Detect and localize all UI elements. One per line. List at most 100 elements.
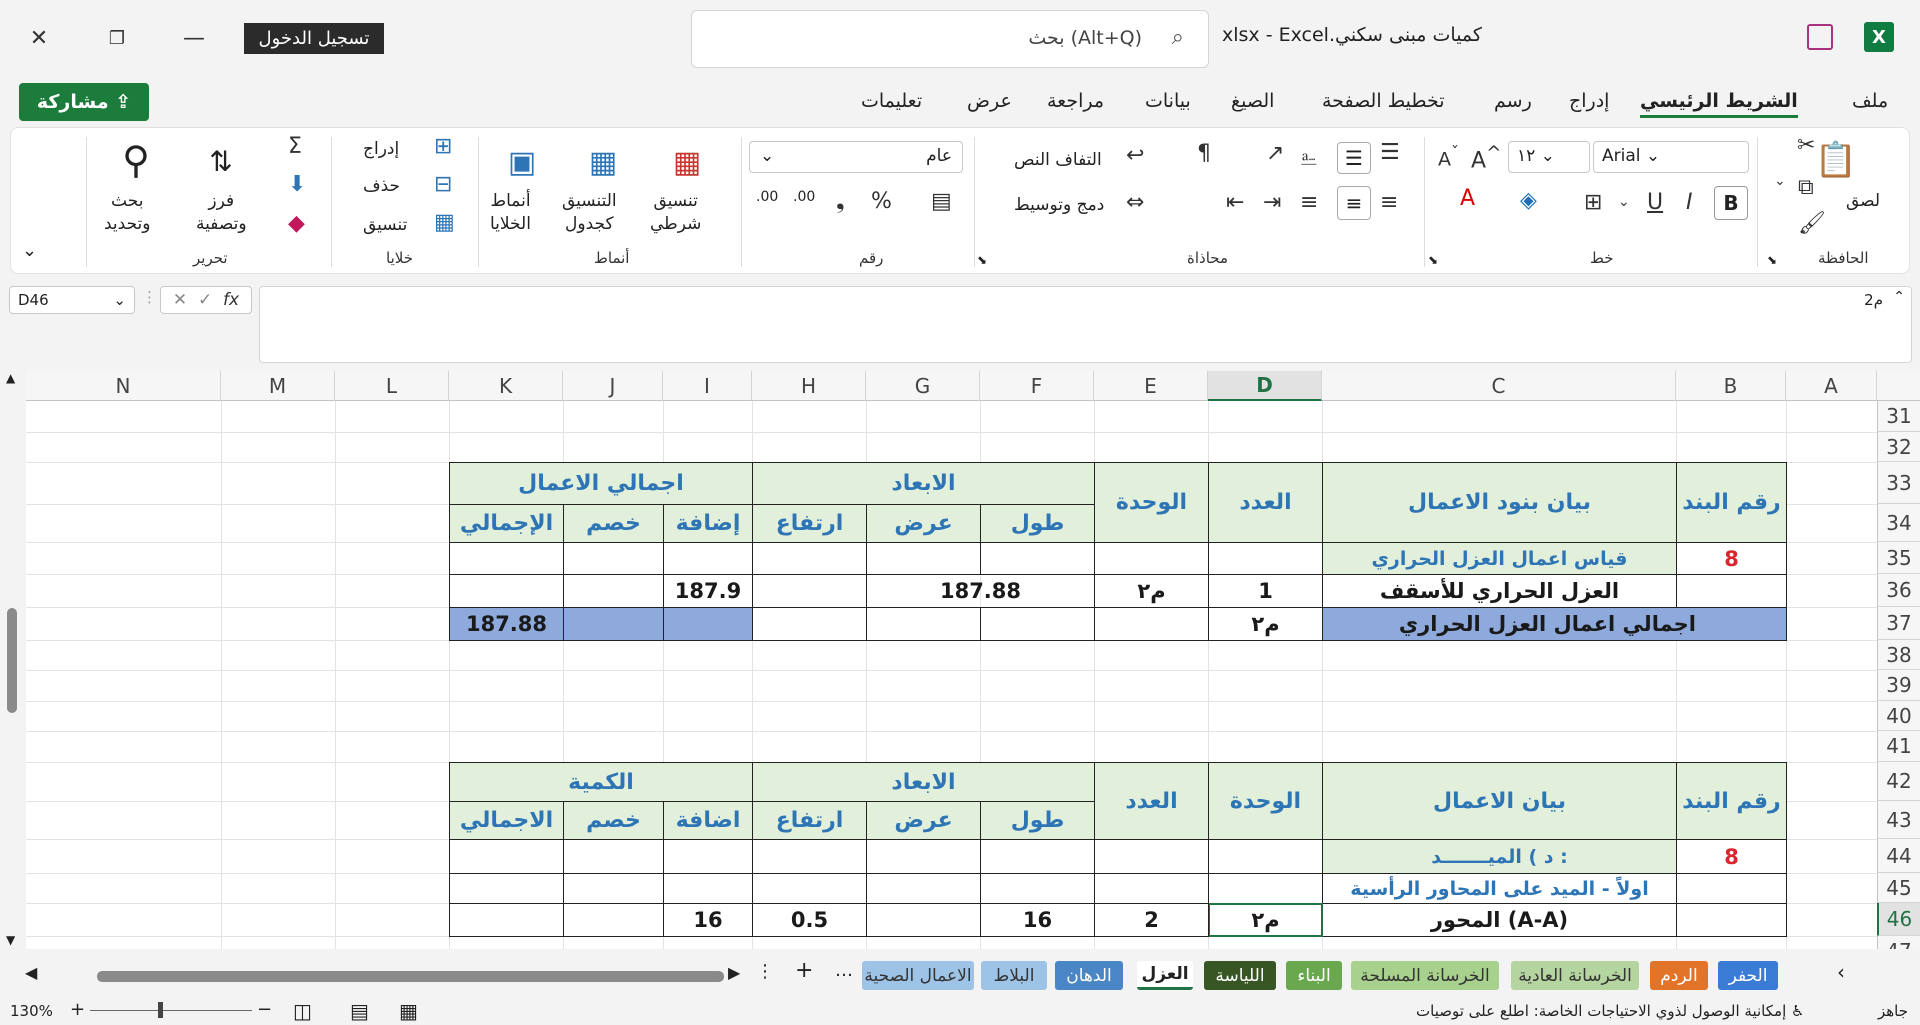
cell-row-length[interactable]: 16 [980,903,1095,937]
cell-row-height[interactable]: 0.5 [752,903,867,937]
sheet-tab[interactable]: العزل [1137,961,1193,990]
horizontal-scroll-thumb[interactable] [97,971,724,982]
delete-cells-icon[interactable]: ⊟ [434,172,452,197]
cell-empty[interactable] [449,873,564,904]
cell-styles-icon[interactable]: ▣ [498,140,546,184]
row-header-45[interactable]: 45 [1877,873,1920,903]
column-header-B[interactable]: B [1676,371,1786,401]
column-header-J[interactable]: J [563,371,663,401]
bold-icon[interactable]: B [1714,186,1748,220]
increase-font-icon[interactable]: A^ [1471,143,1501,173]
cell-empty[interactable] [1208,839,1323,874]
worksheet-grid[interactable]: A B C D E F G H I J K L M N 31 32 33 34 35 36 37 38 39 40 41 42 43… [26,371,1920,949]
cell-empty[interactable] [752,839,867,874]
align-bottom-icon[interactable]: ⎁ [1300,146,1318,171]
align-left-icon[interactable]: ≡ [1300,190,1318,215]
cell-add-header[interactable]: اضافة [663,801,753,840]
cell-empty[interactable] [663,542,753,575]
cell-empty[interactable] [663,873,753,904]
vertical-scroll-thumb[interactable] [7,608,17,713]
sheet-tab[interactable]: الخرسانة العادية [1511,961,1639,990]
sheet-options-icon[interactable]: ⋮ [756,961,774,982]
cell-empty[interactable] [980,542,1095,575]
row-header-42[interactable]: 42 [1877,762,1920,801]
row-header-43[interactable]: 43 [1877,801,1920,839]
sheet-tab[interactable]: الردم [1650,961,1708,990]
minimize-icon[interactable]: — [166,20,222,56]
cell-row-length-width[interactable]: 187.88 [866,574,1095,608]
cell-section-no[interactable]: 8 [1676,839,1787,874]
cell-subtitle[interactable]: اولاً - الميد على المحاور الرأسية [1322,873,1677,904]
outdent-icon[interactable]: ⇤ [1226,190,1244,215]
cell-deduct-header[interactable]: خصم [563,801,664,840]
font-name-field[interactable]: Arial ⌄ [1593,141,1749,173]
cell-empty[interactable] [866,542,981,575]
delete-cells-label[interactable]: حذف [363,175,400,198]
column-header-N[interactable]: N [26,371,221,401]
scroll-right-icon[interactable]: ▶ [728,963,740,982]
tab-formulas[interactable]: الصيغ [1231,90,1274,112]
cell-length-header[interactable]: طول [980,801,1095,840]
row-header-46[interactable]: 46 [1877,903,1920,936]
cell-total-value[interactable]: 187.88 [449,607,564,641]
cancel-icon[interactable]: ✕ [173,290,187,310]
paste-icon[interactable]: 📋 [1812,138,1860,182]
cell-empty[interactable] [1094,839,1209,874]
column-header-L[interactable]: L [335,371,449,401]
cell-item-no-header[interactable]: رقم البند [1676,762,1787,840]
cell-empty[interactable] [980,607,1095,641]
text-direction-icon[interactable]: ¶ [1197,141,1211,166]
cell-empty[interactable] [1676,873,1787,904]
format-as-table-icon[interactable]: ▦ [579,140,627,184]
insert-cells-label[interactable]: إدراج [363,138,399,161]
tab-review[interactable]: مراجعة [1047,90,1104,112]
accessibility-status[interactable]: ♿ إمكانية الوصول لذوي الاحتياجات الخاصة:… [1416,1002,1804,1020]
scroll-down-icon[interactable]: ▼ [6,933,15,947]
cell-empty[interactable] [1094,873,1209,904]
italic-icon[interactable]: I [1686,190,1693,215]
row-header-38[interactable]: 38 [1877,640,1920,670]
cell-empty[interactable] [752,607,867,641]
currency-icon[interactable]: ▤ [931,189,952,214]
collapse-ribbon-icon[interactable]: ⌄ [22,240,37,261]
cell-row-add[interactable]: 187.9 [663,574,753,608]
borders-icon[interactable]: ⊞ [1584,190,1602,215]
sheet-tab[interactable]: الخرسانة المسلحة [1351,961,1499,990]
sheet-tab[interactable]: البلاط [981,961,1047,990]
cell-empty[interactable] [1094,542,1209,575]
cell-empty[interactable] [449,574,564,608]
sheet-tab[interactable]: الحفر [1718,961,1778,990]
comma-style-icon[interactable]: ❟ [836,189,845,214]
cell-empty[interactable] [752,542,867,575]
cell-count-header[interactable]: العدد [1094,762,1209,840]
zoom-in-icon[interactable]: + [70,999,85,1020]
normal-view-icon[interactable]: ▦ [399,999,418,1023]
row-header-32[interactable]: 32 [1877,432,1920,462]
cell-desc-header[interactable]: بيان الاعمال [1322,762,1677,840]
sort-filter-icon[interactable]: ⇅ [194,136,248,186]
row-header-44[interactable]: 44 [1877,839,1920,873]
cell-total-unit[interactable]: م٢ [1208,607,1323,641]
chevron-up-icon[interactable]: ⌃ [1893,289,1905,305]
close-icon[interactable]: ✕ [11,20,67,56]
cell-width-header[interactable]: عرض [866,504,981,543]
insert-cells-icon[interactable]: ⊞ [434,134,452,159]
font-color-icon[interactable]: A [1460,186,1475,211]
tab-draw[interactable]: رسم [1494,90,1532,112]
row-header-41[interactable]: 41 [1877,731,1920,762]
row-header-40[interactable]: 40 [1877,701,1920,731]
restore-icon[interactable]: ❐ [89,20,145,56]
row-header-35[interactable]: 35 [1877,542,1920,574]
share-button[interactable]: مشاركة ⇪ [19,83,149,121]
row-header-37[interactable]: 37 [1877,607,1920,640]
cell-empty[interactable] [866,873,981,904]
cell-item-no-header[interactable]: رقم البند [1676,462,1787,543]
cell-empty[interactable] [866,903,981,937]
wrap-text-label[interactable]: التفاف النص [1014,149,1102,172]
cell-row-desc[interactable]: المحور (A-A) [1322,903,1677,937]
cell-empty[interactable] [1208,873,1323,904]
cell-totals-header[interactable]: اجمالي الاعمال [449,462,753,505]
align-middle-icon[interactable]: ☰ [1337,142,1371,174]
format-cells-icon[interactable]: ▦ [434,210,455,235]
cell-empty[interactable] [563,574,664,608]
